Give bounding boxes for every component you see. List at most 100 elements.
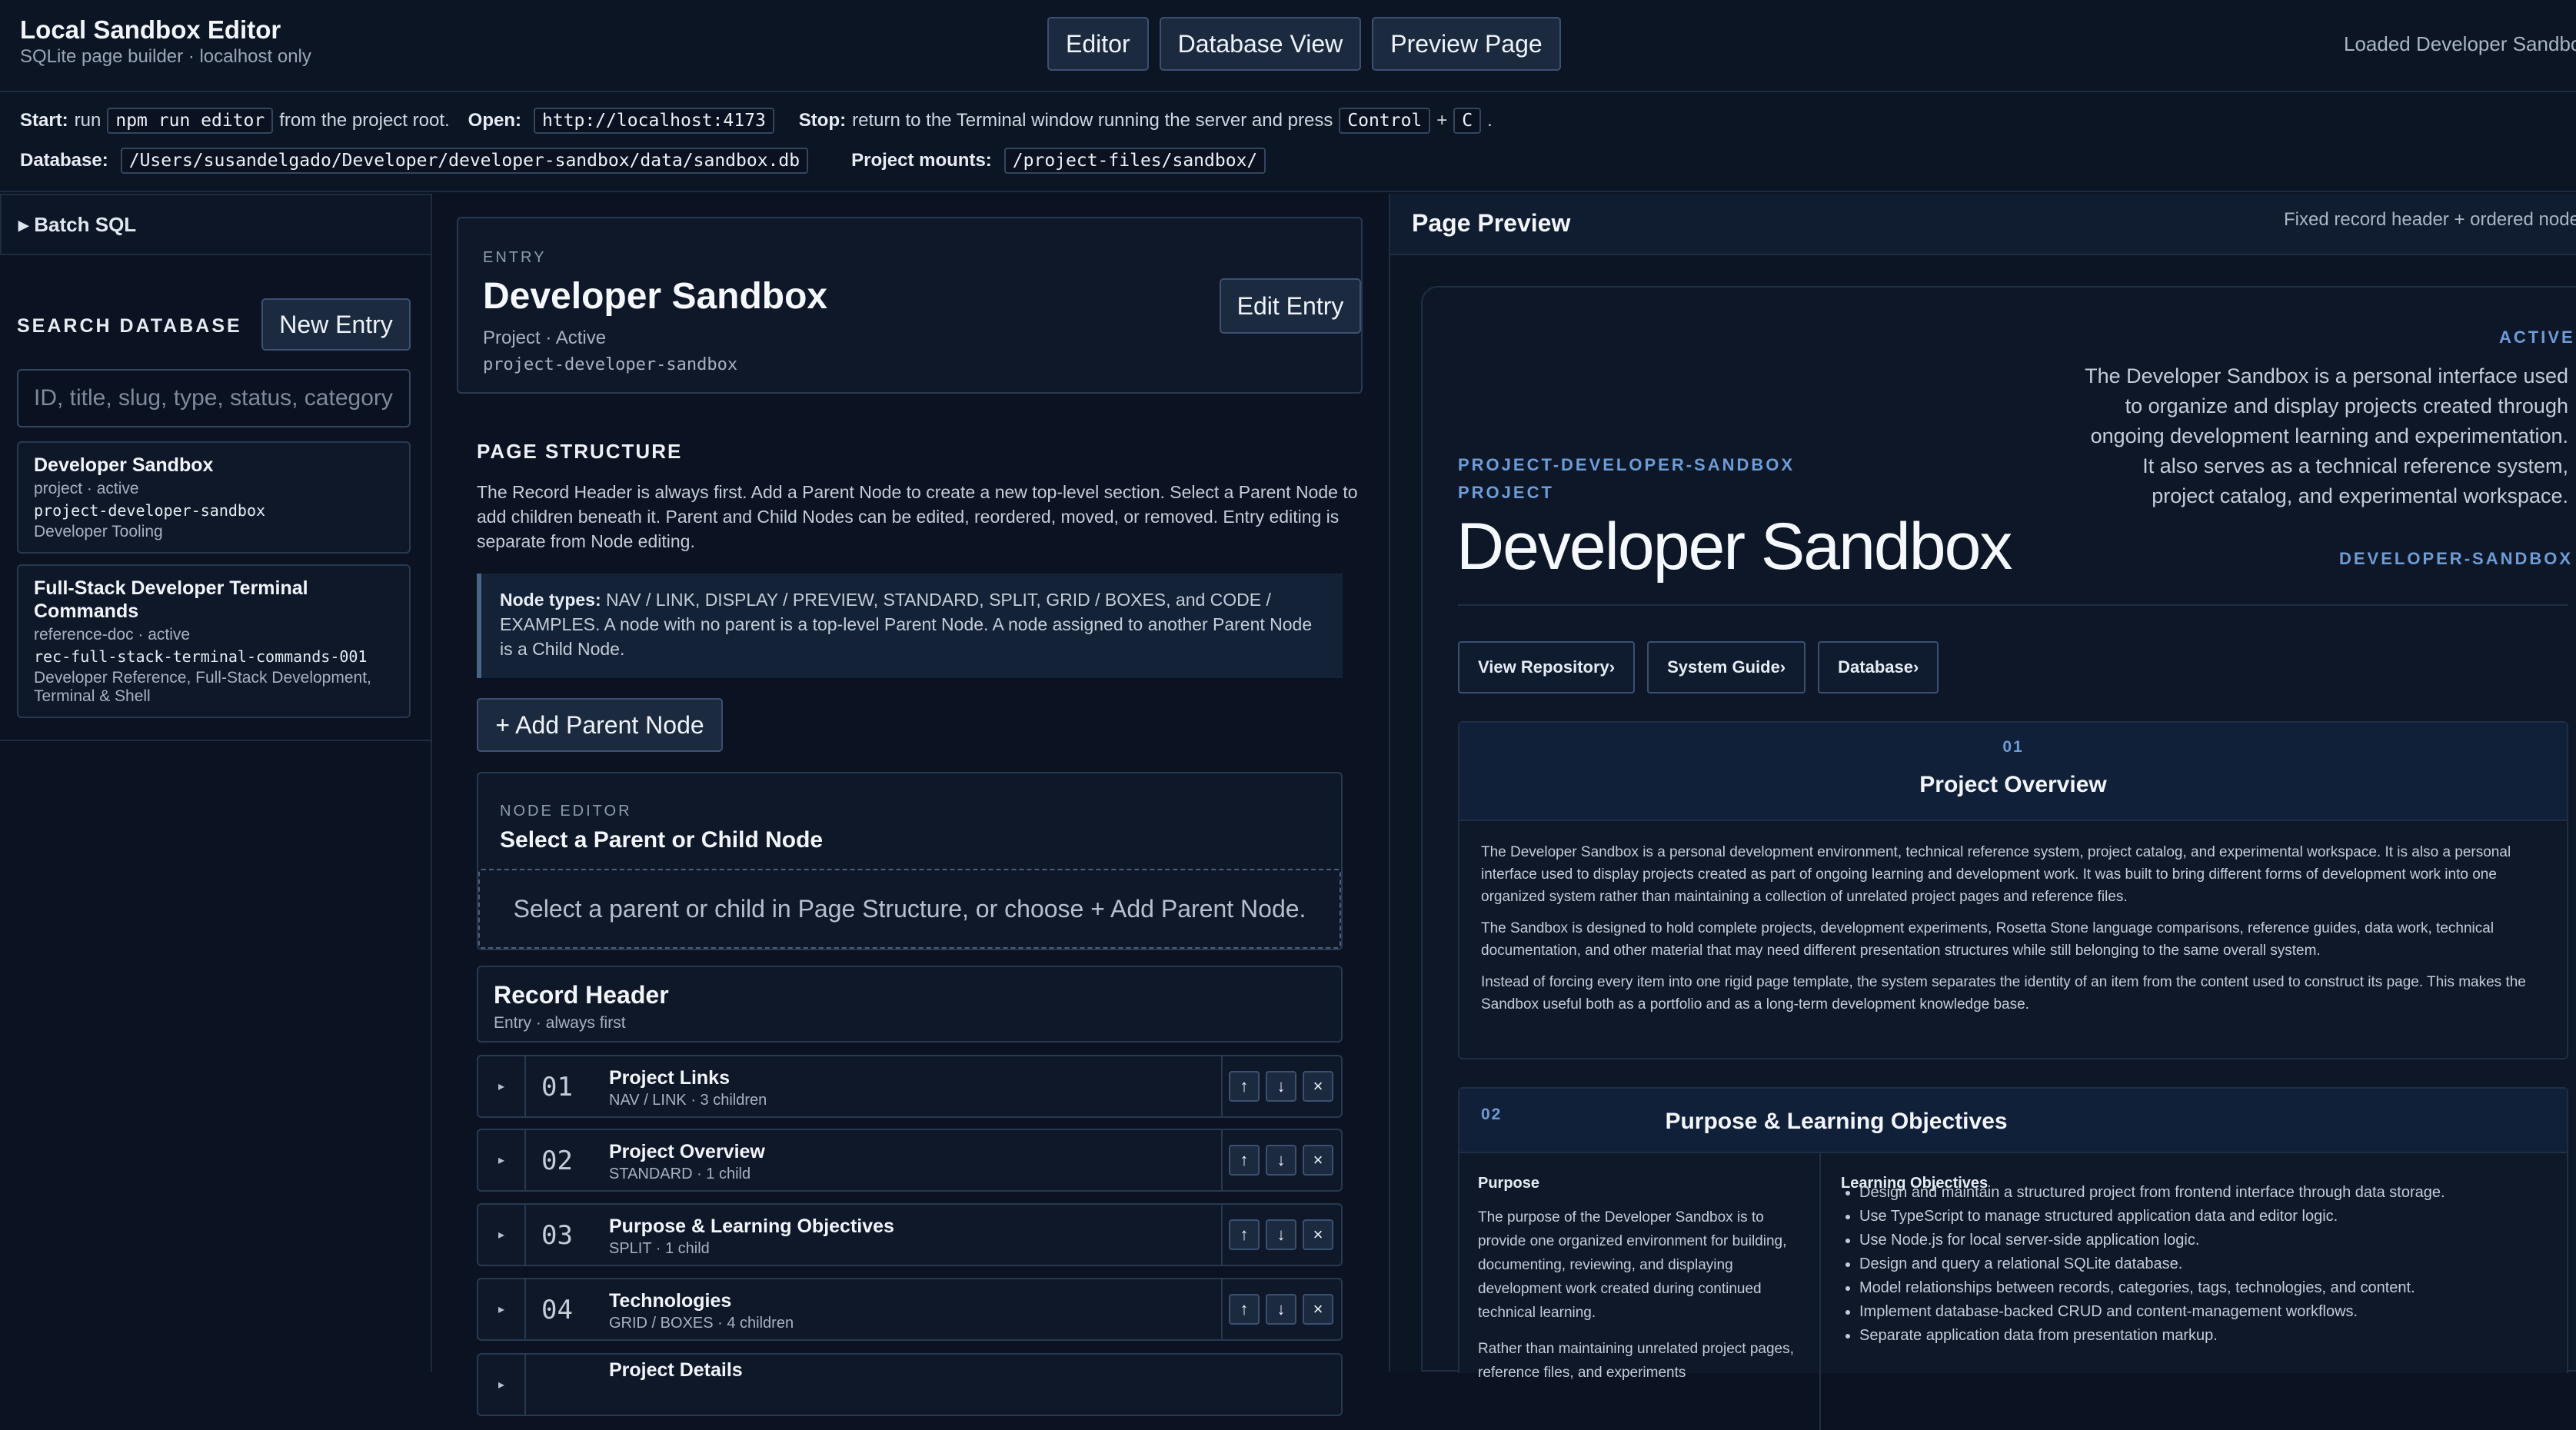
- run-instructions: Start: run npm run editor from the proje…: [20, 108, 1493, 134]
- sidebar-divider: [0, 740, 432, 741]
- mounts-path: /project-files/sandbox/: [1003, 148, 1266, 174]
- purpose-heading: Purpose: [1478, 1175, 1540, 1192]
- node-number: 02: [541, 1146, 573, 1176]
- section-title: Project Overview: [1919, 772, 2107, 797]
- preview-description: The Developer Sandbox is a personal inte…: [2085, 364, 2568, 507]
- result-category: Developer Reference, Full-Stack Developm…: [34, 669, 371, 705]
- expand-toggle-icon[interactable]: ▸: [478, 1279, 526, 1339]
- expand-toggle-icon[interactable]: ▸: [478, 1355, 526, 1415]
- node-subtitle: NAV / LINK · 3 children: [609, 1092, 767, 1109]
- result-title: Developer Sandbox: [34, 454, 214, 476]
- expand-toggle-icon[interactable]: ▸: [478, 1205, 526, 1265]
- node-row[interactable]: ▸ 01 Project Links NAV / LINK · 3 childr…: [477, 1055, 1343, 1118]
- remove-node-button[interactable]: ×: [1303, 1071, 1333, 1102]
- node-editor-kicker: NODE EDITOR: [500, 803, 632, 820]
- entry-kicker: ENTRY: [483, 249, 547, 266]
- add-parent-node-button[interactable]: + Add Parent Node: [477, 698, 723, 752]
- batch-sql-toggle[interactable]: ▸ Batch SQL: [0, 194, 432, 255]
- mounts-label: Project mounts:: [851, 150, 992, 171]
- system-guide-button[interactable]: System Guide›: [1647, 641, 1806, 693]
- node-subtitle: STANDARD · 1 child: [609, 1166, 751, 1182]
- node-row[interactable]: ▸ 03 Purpose & Learning Objectives SPLIT…: [477, 1203, 1343, 1266]
- section-body: The Developer Sandbox is a personal deve…: [1481, 841, 2550, 1025]
- page-preview-title: Page Preview: [1412, 209, 1571, 237]
- purpose-paragraph: Rather than maintaining unrelated projec…: [1478, 1341, 1794, 1381]
- stop-key-control: Control: [1339, 108, 1431, 134]
- objective-item: Separate application data from presentat…: [1859, 1324, 2556, 1348]
- preview-title: Developer Sandbox: [1456, 510, 2012, 584]
- app-subtitle: SQLite page builder · localhost only: [20, 46, 311, 67]
- result-title: Full-Stack Developer Terminal Commands: [34, 577, 308, 622]
- move-down-button[interactable]: ↓: [1266, 1071, 1296, 1102]
- node-title: Purpose & Learning Objectives: [609, 1216, 894, 1237]
- node-editor-placeholder: Select a parent or child in Page Structu…: [478, 869, 1341, 949]
- database-view-tab-button[interactable]: Database View: [1159, 17, 1362, 71]
- node-row[interactable]: ▸ 02 Project Overview STANDARD · 1 child…: [477, 1129, 1343, 1192]
- move-up-button[interactable]: ↑: [1229, 1219, 1260, 1250]
- node-row[interactable]: ▸ Project Details: [477, 1353, 1343, 1416]
- node-editor-title: Select a Parent or Child Node: [500, 827, 824, 853]
- remove-node-button[interactable]: ×: [1303, 1145, 1333, 1176]
- stop-label: Stop:: [798, 110, 847, 131]
- record-header-node[interactable]: Record Header Entry · always first: [477, 966, 1343, 1043]
- node-actions: ↑ ↓ ×: [1221, 1205, 1343, 1265]
- editor-panel: ENTRY Developer Sandbox Project · Active…: [434, 194, 1387, 1416]
- node-subtitle: SPLIT · 1 child: [609, 1240, 710, 1257]
- objective-item: Design and query a relational SQLite dat…: [1859, 1252, 2556, 1276]
- overview-paragraph: Instead of forcing every item into one r…: [1481, 974, 2526, 1013]
- start-label: Start:: [20, 110, 68, 131]
- overview-paragraph: The Developer Sandbox is a personal deve…: [1481, 844, 2511, 905]
- node-types-label: Node types:: [500, 590, 601, 610]
- node-number: 04: [541, 1295, 573, 1325]
- search-result-item[interactable]: Developer Sandbox project · active proje…: [17, 441, 411, 554]
- load-status: Loaded Developer Sandbox: [2344, 32, 2576, 55]
- preview-page-tab-button[interactable]: Preview Page: [1372, 17, 1561, 71]
- move-up-button[interactable]: ↑: [1229, 1294, 1260, 1325]
- column-divider: [1819, 1153, 1821, 1430]
- move-down-button[interactable]: ↓: [1266, 1145, 1296, 1176]
- database-label: Database:: [20, 150, 108, 171]
- start-pre: run: [74, 110, 102, 131]
- result-slug: project-developer-sandbox: [34, 501, 266, 520]
- stop-post: .: [1487, 110, 1493, 131]
- move-down-button[interactable]: ↓: [1266, 1219, 1296, 1250]
- view-repository-button[interactable]: View Repository›: [1458, 641, 1636, 693]
- node-row[interactable]: ▸ 04 Technologies GRID / BOXES · 4 child…: [477, 1278, 1343, 1341]
- node-title: Project Links: [609, 1067, 730, 1089]
- objective-item: Use TypeScript to manage structured appl…: [1859, 1205, 2556, 1229]
- section-purpose-objectives: 02 Purpose & Learning Objectives Purpose…: [1458, 1087, 2568, 1430]
- page-preview-panel: Page Preview Fixed record header + order…: [1389, 194, 2576, 1430]
- path-info: Database: /Users/susandelgado/Developer/…: [20, 148, 1272, 174]
- objective-item: Model relationships between records, cat…: [1859, 1276, 2556, 1300]
- remove-node-button[interactable]: ×: [1303, 1219, 1333, 1250]
- editor-tab-button[interactable]: Editor: [1047, 17, 1149, 71]
- move-up-button[interactable]: ↑: [1229, 1071, 1260, 1102]
- edit-entry-button[interactable]: Edit Entry: [1220, 278, 1361, 334]
- entry-card: ENTRY Developer Sandbox Project · Active…: [457, 217, 1363, 394]
- result-meta: reference-doc · active: [34, 626, 191, 644]
- move-down-button[interactable]: ↓: [1266, 1294, 1296, 1325]
- node-number: 03: [541, 1220, 573, 1251]
- section-title: Purpose & Learning Objectives: [1665, 1109, 2008, 1134]
- new-entry-button[interactable]: New Entry: [261, 298, 411, 351]
- expand-toggle-icon[interactable]: ▸: [478, 1056, 526, 1116]
- node-title: Project Details: [609, 1359, 743, 1381]
- page-structure-title: PAGE STRUCTURE: [477, 440, 683, 463]
- node-actions: ↑ ↓ ×: [1221, 1056, 1343, 1116]
- node-types-text: NAV / LINK, DISPLAY / PREVIEW, STANDARD,…: [500, 590, 1313, 659]
- search-result-item[interactable]: Full-Stack Developer Terminal Commands r…: [17, 564, 411, 718]
- start-command: npm run editor: [107, 108, 274, 134]
- record-header-title: Record Header: [494, 981, 669, 1009]
- section-header: 01 Project Overview: [1459, 723, 2567, 821]
- objective-item: Implement database-backed CRUD and conte…: [1859, 1300, 2556, 1324]
- entry-slug: project-developer-sandbox: [483, 355, 738, 374]
- search-input[interactable]: [17, 369, 411, 427]
- result-meta: project · active: [34, 480, 139, 497]
- remove-node-button[interactable]: ×: [1303, 1294, 1333, 1325]
- expand-toggle-icon[interactable]: ▸: [478, 1130, 526, 1190]
- move-up-button[interactable]: ↑: [1229, 1145, 1260, 1176]
- database-path: /Users/susandelgado/Developer/developer-…: [120, 148, 809, 174]
- database-button[interactable]: Database›: [1818, 641, 1939, 693]
- result-category: Developer Tooling: [34, 523, 163, 540]
- section-number: 01: [2002, 738, 2024, 756]
